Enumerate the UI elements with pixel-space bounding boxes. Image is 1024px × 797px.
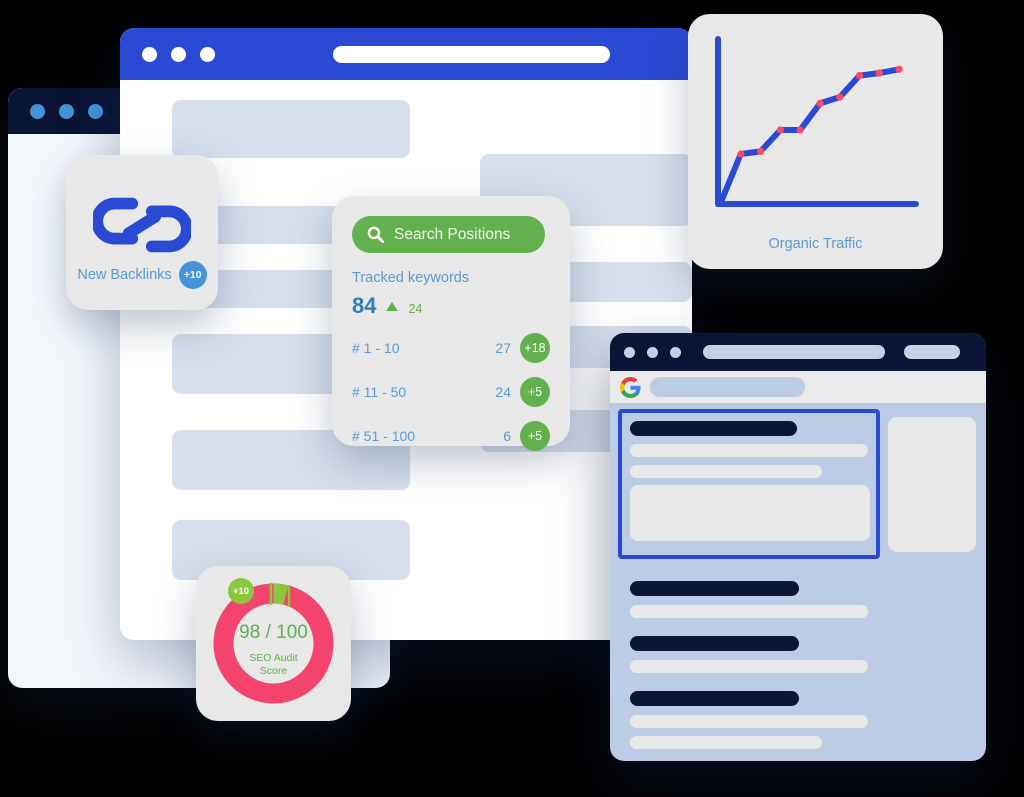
keyword-rank-count: 27: [495, 340, 511, 356]
serp-window-dots: [610, 346, 681, 358]
address-bar[interactable]: [333, 45, 610, 63]
result-rich-block: [630, 485, 870, 541]
result-snippet-line: [630, 715, 868, 728]
serp-titlebar: [610, 333, 986, 371]
result-title: [630, 636, 799, 651]
content-placeholder-block: [172, 100, 410, 158]
search-positions-card[interactable]: Search Positions Tracked keywords 84 24 …: [332, 196, 570, 451]
chart-data-point: [836, 93, 844, 101]
result-title: [630, 691, 799, 706]
keyword-rank-range: # 11 - 50: [352, 384, 407, 400]
backlinks-label-row: New Backlinks +10: [66, 261, 218, 289]
trend-up-icon: [386, 302, 399, 311]
close-dot-icon[interactable]: [142, 46, 157, 62]
keyword-rank-count: 6: [503, 428, 511, 444]
tracked-keywords-summary: 84 24: [352, 293, 550, 319]
audit-score-caption: SEO Audit Score: [196, 652, 351, 678]
keyword-rank-row[interactable]: # 51 - 100 6 +5: [352, 421, 550, 451]
chart-data-point: [796, 126, 804, 134]
google-search-bar-row: [610, 371, 986, 403]
minimize-dot-icon[interactable]: [171, 46, 186, 62]
result-title: [630, 421, 797, 436]
backlinks-badge: +10: [178, 261, 207, 289]
minimize-dot-icon[interactable]: [647, 346, 658, 358]
search-icon: [367, 226, 384, 243]
chart-line-series: [718, 66, 903, 205]
serp-result-row[interactable]: [630, 421, 870, 541]
browser-tab-secondary[interactable]: [904, 345, 960, 359]
keyword-rank-delta-badge: +18: [520, 333, 550, 363]
chart-data-point: [895, 65, 903, 73]
back-window-dots: [8, 103, 103, 119]
result-snippet-line: [630, 736, 822, 749]
minimize-dot-icon[interactable]: [59, 103, 74, 119]
serp-result-row[interactable]: [630, 581, 870, 618]
result-snippet-line: [630, 444, 868, 457]
tracked-keywords-count: 84: [352, 293, 377, 318]
tracked-keywords-delta: 24: [408, 302, 423, 316]
result-snippet-line: [630, 465, 822, 478]
audit-improvement-badge: +10: [228, 578, 254, 604]
close-dot-icon[interactable]: [30, 103, 45, 119]
maximize-dot-icon[interactable]: [200, 46, 215, 62]
close-dot-icon[interactable]: [624, 346, 635, 358]
search-positions-label: Search Positions: [394, 225, 511, 243]
chain-link-icon: [93, 197, 191, 253]
chart-data-points: [737, 65, 903, 158]
illustration-stage: New Backlinks +10 Search Positions Track…: [0, 0, 1024, 797]
serp-result-row[interactable]: [630, 691, 870, 749]
organic-traffic-card[interactable]: Organic Traffic: [688, 14, 943, 269]
result-title: [630, 581, 799, 596]
knowledge-panel-card[interactable]: [888, 417, 976, 552]
keyword-rank-count: 24: [495, 384, 511, 400]
keyword-rank-range: # 51 - 100: [352, 428, 416, 444]
keyword-rank-range: # 1 - 10: [352, 340, 400, 356]
chart-data-point: [737, 150, 745, 158]
keyword-rank-row[interactable]: # 1 - 10 27 +18: [352, 333, 550, 363]
keyword-rank-delta-badge: +5: [520, 421, 550, 451]
serp-result-row[interactable]: [630, 636, 870, 673]
main-window-titlebar: [120, 28, 692, 80]
main-window-dots: [120, 46, 215, 62]
serp-results-list: [610, 403, 986, 761]
google-search-input[interactable]: [650, 377, 805, 397]
browser-tab-active[interactable]: [703, 345, 885, 359]
keyword-rank-delta-badge: +5: [520, 377, 550, 407]
new-backlinks-card[interactable]: New Backlinks +10: [66, 155, 218, 310]
maximize-dot-icon[interactable]: [670, 346, 681, 358]
audit-score-value: 98 / 100: [239, 622, 308, 643]
chart-data-point: [855, 72, 864, 80]
organic-traffic-line-chart: [715, 36, 919, 207]
backlinks-label: New Backlinks: [77, 267, 172, 283]
organic-traffic-label: Organic Traffic: [768, 236, 863, 252]
google-logo-icon: [620, 376, 641, 398]
keyword-rank-rows: # 1 - 10 27 +18 # 11 - 50 24 +5 # 51 - 100 6 +5: [352, 333, 550, 451]
google-serp-window[interactable]: [610, 333, 986, 761]
tracked-keywords-label: Tracked keywords: [352, 270, 470, 286]
chart-data-point: [776, 126, 784, 134]
chart-data-point: [757, 147, 765, 155]
gauge-green-segment: [273, 583, 289, 605]
chart-data-point: [875, 69, 883, 77]
maximize-dot-icon[interactable]: [88, 103, 103, 119]
audit-caption-line-1: SEO Audit: [249, 652, 298, 664]
seo-audit-score-card[interactable]: +10 98 / 100 SEO Audit Score: [196, 566, 351, 721]
keyword-rank-row[interactable]: # 11 - 50 24 +5: [352, 377, 550, 407]
result-snippet-line: [630, 605, 868, 618]
audit-caption-line-2: Score: [259, 665, 288, 677]
search-positions-button[interactable]: Search Positions: [352, 216, 545, 253]
result-snippet-line: [630, 660, 868, 673]
chart-data-point: [816, 99, 824, 107]
